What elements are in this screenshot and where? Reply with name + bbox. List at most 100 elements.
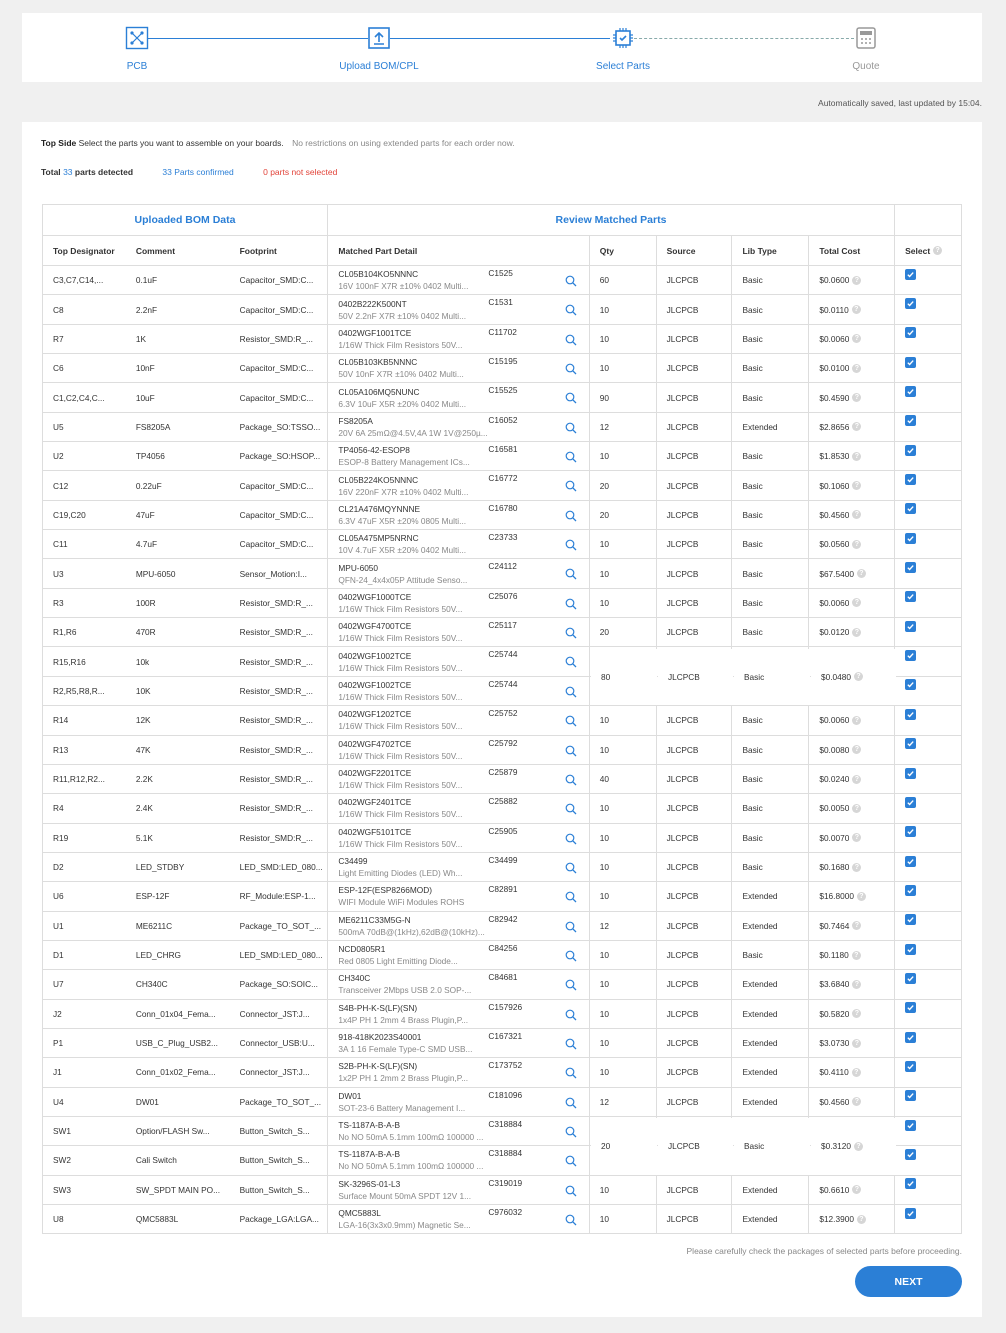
search-icon[interactable] bbox=[565, 1067, 577, 1079]
help-icon[interactable]: ? bbox=[851, 305, 861, 315]
select-checkbox[interactable] bbox=[905, 562, 917, 574]
select-checkbox[interactable] bbox=[905, 1090, 917, 1102]
select-checkbox[interactable] bbox=[905, 738, 917, 750]
help-icon[interactable]: ? bbox=[852, 803, 862, 813]
select-checkbox[interactable] bbox=[905, 943, 917, 955]
select-checkbox[interactable] bbox=[905, 708, 917, 720]
help-icon[interactable]: ? bbox=[852, 393, 862, 403]
select-checkbox[interactable] bbox=[905, 767, 917, 779]
search-icon[interactable] bbox=[565, 1009, 577, 1021]
search-icon[interactable] bbox=[565, 745, 577, 757]
next-button[interactable]: NEXT bbox=[855, 1266, 962, 1297]
select-checkbox[interactable] bbox=[905, 679, 917, 691]
select-checkbox[interactable] bbox=[905, 532, 917, 544]
search-icon[interactable] bbox=[565, 363, 577, 375]
search-icon[interactable] bbox=[565, 451, 577, 463]
search-icon[interactable] bbox=[565, 1155, 577, 1167]
search-icon[interactable] bbox=[565, 568, 577, 580]
search-icon[interactable] bbox=[565, 1214, 577, 1226]
search-icon[interactable] bbox=[565, 921, 577, 933]
select-checkbox[interactable] bbox=[905, 620, 917, 632]
search-icon[interactable] bbox=[565, 275, 577, 287]
search-icon[interactable] bbox=[565, 656, 577, 668]
select-checkbox[interactable] bbox=[905, 826, 917, 838]
help-icon[interactable]: ? bbox=[852, 979, 862, 989]
help-icon[interactable]: ? bbox=[852, 1038, 862, 1048]
help-icon[interactable]: ? bbox=[852, 334, 862, 344]
step-select-parts[interactable]: Select Parts bbox=[563, 25, 683, 72]
step-quote[interactable]: Quote bbox=[806, 25, 926, 72]
help-icon[interactable]: ? bbox=[851, 950, 861, 960]
help-icon[interactable]: ? bbox=[856, 569, 866, 579]
help-icon[interactable]: ? bbox=[852, 363, 862, 373]
step-pcb[interactable]: PCB bbox=[77, 25, 197, 72]
select-checkbox[interactable] bbox=[905, 1148, 917, 1160]
search-icon[interactable] bbox=[565, 1097, 577, 1109]
search-icon[interactable] bbox=[565, 627, 577, 639]
search-icon[interactable] bbox=[565, 598, 577, 610]
help-icon[interactable]: ? bbox=[852, 833, 862, 843]
search-icon[interactable] bbox=[565, 979, 577, 991]
help-icon[interactable]: ? bbox=[852, 539, 862, 549]
search-icon[interactable] bbox=[565, 1038, 577, 1050]
help-icon[interactable]: ? bbox=[852, 921, 862, 931]
select-checkbox[interactable] bbox=[905, 444, 917, 456]
help-icon[interactable]: ? bbox=[852, 862, 862, 872]
search-icon[interactable] bbox=[565, 1185, 577, 1197]
select-checkbox[interactable] bbox=[905, 474, 917, 486]
select-checkbox[interactable] bbox=[905, 855, 917, 867]
select-checkbox[interactable] bbox=[905, 650, 917, 662]
select-checkbox[interactable] bbox=[905, 268, 917, 280]
help-icon[interactable]: ? bbox=[852, 510, 862, 520]
help-icon[interactable]: ? bbox=[852, 1097, 862, 1107]
select-checkbox[interactable] bbox=[905, 1060, 917, 1072]
help-icon[interactable]: ? bbox=[852, 1009, 862, 1019]
help-icon[interactable]: ? bbox=[852, 715, 862, 725]
select-checkbox[interactable] bbox=[905, 327, 917, 339]
search-icon[interactable] bbox=[565, 539, 577, 551]
help-icon[interactable]: ? bbox=[852, 481, 862, 491]
select-checkbox[interactable] bbox=[905, 914, 917, 926]
help-icon[interactable]: ? bbox=[852, 598, 862, 608]
help-icon[interactable]: ? bbox=[852, 451, 862, 461]
step-upload-bom[interactable]: Upload BOM/CPL bbox=[319, 25, 439, 72]
select-checkbox[interactable] bbox=[905, 591, 917, 603]
search-icon[interactable] bbox=[565, 833, 577, 845]
help-icon[interactable]: ? bbox=[852, 745, 862, 755]
search-icon[interactable] bbox=[565, 715, 577, 727]
help-icon[interactable]: ? bbox=[852, 422, 862, 432]
help-icon[interactable]: ? bbox=[852, 1185, 862, 1195]
select-checkbox[interactable] bbox=[905, 1031, 917, 1043]
search-icon[interactable] bbox=[565, 686, 577, 698]
select-checkbox[interactable] bbox=[905, 972, 917, 984]
help-icon[interactable]: ? bbox=[852, 774, 862, 784]
select-checkbox[interactable] bbox=[905, 1207, 917, 1219]
help-icon[interactable]: ? bbox=[854, 672, 863, 682]
select-checkbox[interactable] bbox=[905, 386, 917, 398]
select-checkbox[interactable] bbox=[905, 356, 917, 368]
search-icon[interactable] bbox=[565, 862, 577, 874]
help-icon[interactable]: ? bbox=[854, 1141, 863, 1151]
search-icon[interactable] bbox=[565, 334, 577, 346]
help-icon[interactable]: ? bbox=[856, 891, 866, 901]
select-checkbox[interactable] bbox=[905, 1178, 917, 1190]
select-checkbox[interactable] bbox=[905, 298, 917, 310]
help-icon[interactable]: ? bbox=[851, 1067, 861, 1077]
search-icon[interactable] bbox=[565, 510, 577, 522]
help-icon[interactable]: ? bbox=[933, 246, 943, 255]
select-checkbox[interactable] bbox=[905, 1119, 917, 1131]
search-icon[interactable] bbox=[565, 422, 577, 434]
search-icon[interactable] bbox=[565, 891, 577, 903]
search-icon[interactable] bbox=[565, 304, 577, 316]
help-icon[interactable]: ? bbox=[852, 275, 862, 285]
select-checkbox[interactable] bbox=[905, 796, 917, 808]
select-checkbox[interactable] bbox=[905, 503, 917, 515]
search-icon[interactable] bbox=[565, 774, 577, 786]
search-icon[interactable] bbox=[565, 803, 577, 815]
select-checkbox[interactable] bbox=[905, 1002, 917, 1014]
search-icon[interactable] bbox=[565, 1126, 577, 1138]
search-icon[interactable] bbox=[565, 480, 577, 492]
select-checkbox[interactable] bbox=[905, 415, 917, 427]
help-icon[interactable]: ? bbox=[852, 627, 862, 637]
search-icon[interactable] bbox=[565, 392, 577, 404]
